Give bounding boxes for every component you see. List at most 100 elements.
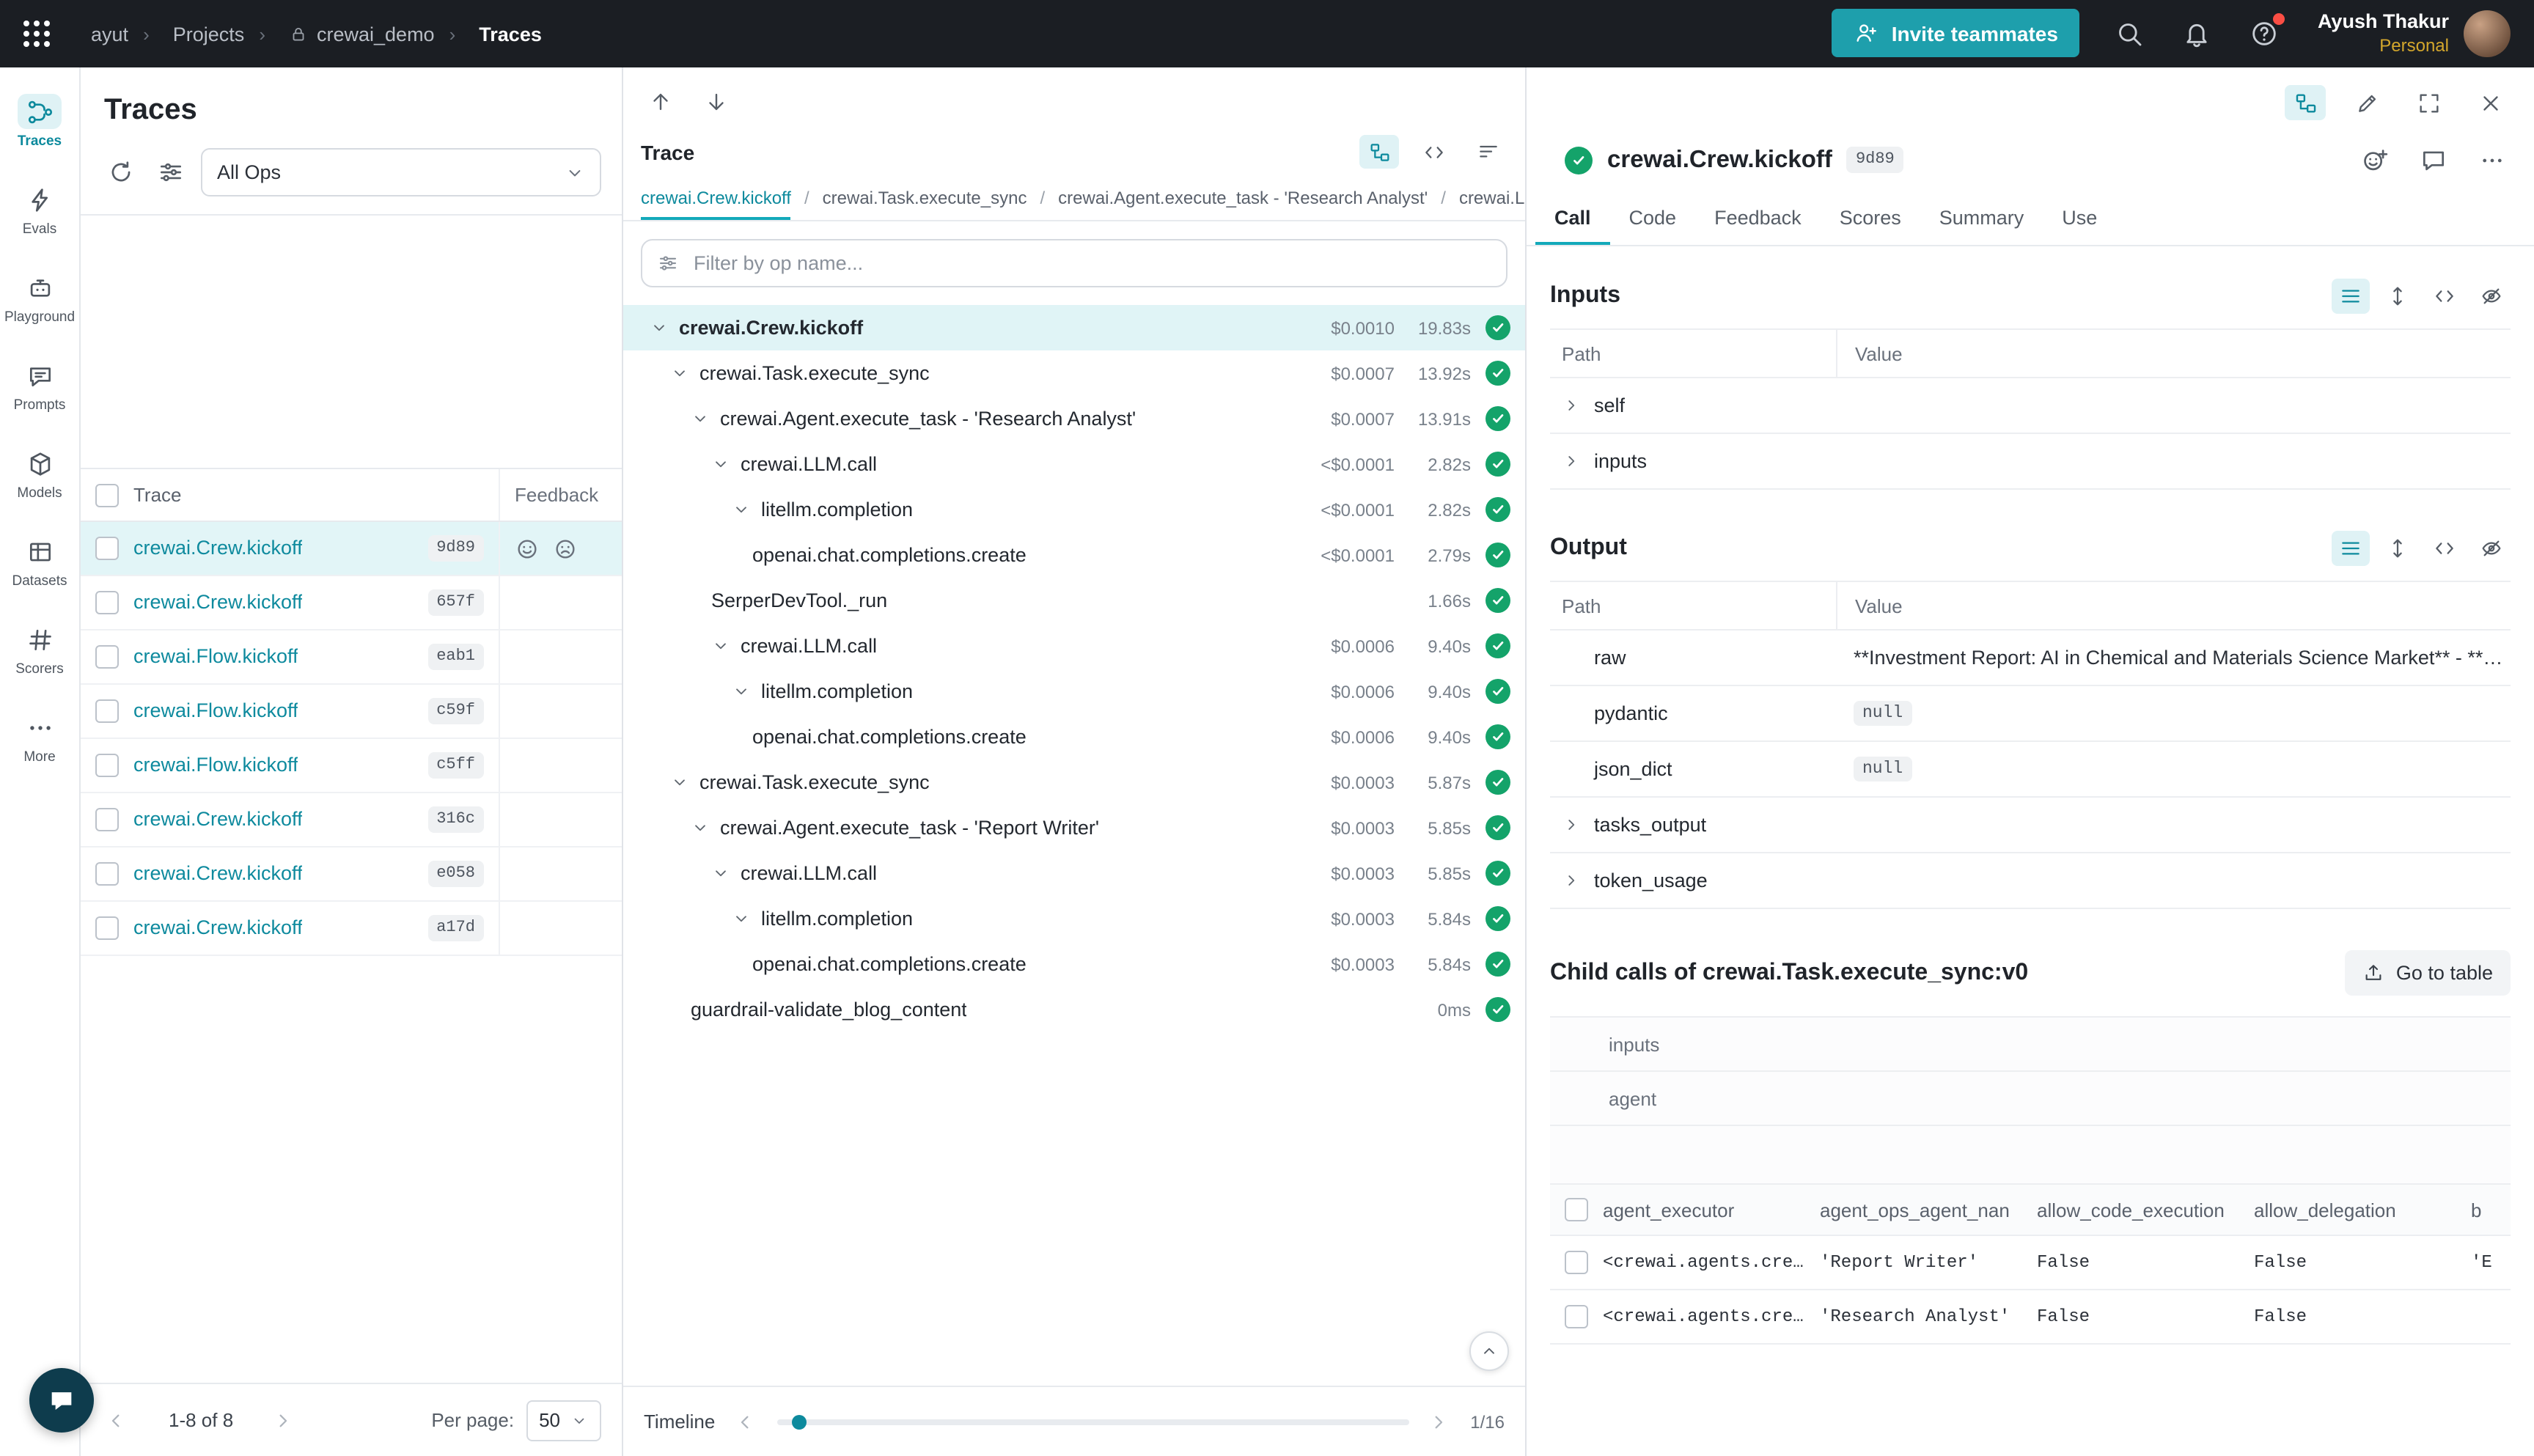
flame-view-button[interactable] bbox=[1468, 135, 1507, 169]
trace-link[interactable]: crewai.Flow.kickoff bbox=[133, 754, 298, 776]
per-page-select[interactable]: 50 bbox=[526, 1400, 601, 1441]
breadcrumb-item[interactable]: crewai_demo bbox=[244, 23, 434, 45]
detail-tab[interactable]: Code bbox=[1610, 191, 1696, 245]
column-header[interactable]: allow_code_execution bbox=[2037, 1199, 2254, 1221]
user-menu[interactable]: Ayush Thakur Personal bbox=[2318, 10, 2511, 58]
next-call-button[interactable] bbox=[697, 82, 735, 120]
column-header[interactable]: b bbox=[2471, 1199, 2511, 1221]
chevron-down-icon[interactable] bbox=[691, 409, 710, 428]
close-panel-button[interactable] bbox=[2469, 85, 2511, 120]
timeline-next-button[interactable] bbox=[1423, 1405, 1455, 1438]
chevron-down-icon[interactable] bbox=[711, 864, 730, 883]
trace-path-tab[interactable]: crewai.Agent.execute_task - 'Research An… bbox=[1027, 188, 1428, 220]
call-tree-row[interactable]: openai.chat.completions.create <$0.0001 … bbox=[623, 532, 1525, 578]
sidebar-item[interactable]: More bbox=[0, 695, 79, 783]
pretty-view-button[interactable] bbox=[2332, 531, 2370, 566]
code-view-button[interactable] bbox=[2425, 279, 2464, 314]
breadcrumb-item[interactable]: Traces bbox=[435, 23, 542, 45]
timeline-slider[interactable] bbox=[776, 1419, 1409, 1424]
trace-link[interactable]: crewai.Crew.kickoff bbox=[133, 863, 303, 885]
trace-link[interactable]: crewai.Crew.kickoff bbox=[133, 592, 303, 614]
previous-call-button[interactable] bbox=[641, 82, 679, 120]
row-checkbox[interactable] bbox=[95, 754, 119, 777]
trace-link[interactable]: crewai.Flow.kickoff bbox=[133, 646, 298, 668]
expand-rows-button[interactable] bbox=[2379, 279, 2417, 314]
frown-feedback-icon[interactable] bbox=[553, 536, 578, 561]
call-tree-row[interactable]: openai.chat.completions.create $0.0006 9… bbox=[623, 714, 1525, 760]
trace-row[interactable]: crewai.Flow.kickoff c5ff bbox=[81, 739, 622, 793]
trace-row[interactable]: crewai.Flow.kickoff eab1 bbox=[81, 630, 622, 685]
add-reaction-button[interactable] bbox=[2355, 141, 2393, 179]
trace-path-tab[interactable]: crewai.LLM.cal bbox=[1428, 188, 1525, 220]
row-checkbox[interactable] bbox=[95, 699, 119, 723]
add-comment-button[interactable] bbox=[2414, 141, 2452, 179]
chevron-down-icon[interactable] bbox=[732, 682, 751, 701]
chevron-right-icon[interactable] bbox=[1562, 452, 1581, 471]
column-header[interactable]: agent_executor bbox=[1603, 1199, 1820, 1221]
call-tree-row[interactable]: crewai.Crew.kickoff $0.0010 19.83s bbox=[623, 305, 1525, 350]
row-checkbox[interactable] bbox=[95, 645, 119, 669]
wandb-logo-icon[interactable] bbox=[23, 21, 50, 47]
detail-tab[interactable]: Use bbox=[2043, 191, 2116, 245]
detail-tab[interactable]: Summary bbox=[1920, 191, 2043, 245]
sidebar-item[interactable]: Scorers bbox=[0, 607, 79, 695]
sidebar-item[interactable]: Datasets bbox=[0, 519, 79, 607]
chevron-down-icon[interactable] bbox=[732, 500, 751, 519]
timeline-slider-handle[interactable] bbox=[791, 1414, 806, 1429]
more-actions-button[interactable] bbox=[2472, 141, 2511, 179]
chevron-down-icon[interactable] bbox=[670, 773, 689, 792]
sidebar-item[interactable]: Traces bbox=[0, 79, 79, 167]
chevron-right-icon[interactable] bbox=[1562, 871, 1581, 890]
call-tree-row[interactable]: crewai.Agent.execute_task - 'Report Writ… bbox=[623, 805, 1525, 850]
call-tree-row[interactable]: crewai.LLM.call $0.0006 9.40s bbox=[623, 623, 1525, 669]
call-tree-row[interactable]: SerperDevTool._run 1.66s bbox=[623, 578, 1525, 623]
trace-link[interactable]: crewai.Flow.kickoff bbox=[133, 700, 298, 722]
sidebar-item[interactable]: Playground bbox=[0, 255, 79, 343]
avatar[interactable] bbox=[2464, 10, 2511, 57]
sidebar-item[interactable]: Models bbox=[0, 431, 79, 519]
call-tree-row[interactable]: litellm.completion $0.0006 9.40s bbox=[623, 669, 1525, 714]
chevron-down-icon[interactable] bbox=[691, 818, 710, 837]
scroll-to-top-button[interactable] bbox=[1469, 1331, 1509, 1371]
tree-view-button[interactable] bbox=[1359, 135, 1399, 169]
call-tree-row[interactable]: crewai.Task.execute_sync $0.0007 13.92s bbox=[623, 350, 1525, 396]
prev-page-button[interactable] bbox=[101, 1404, 133, 1436]
invite-teammates-button[interactable]: Invite teammates bbox=[1832, 10, 2080, 58]
row-checkbox[interactable] bbox=[95, 537, 119, 560]
next-page-button[interactable] bbox=[268, 1404, 301, 1436]
call-tree-row[interactable]: crewai.Task.execute_sync $0.0003 5.87s bbox=[623, 760, 1525, 805]
tree-view-button[interactable] bbox=[2285, 85, 2326, 120]
child-call-row[interactable]: <crewai.agents.cre... 'Report Writer' Fa… bbox=[1550, 1236, 2511, 1290]
edit-call-button[interactable] bbox=[2346, 85, 2387, 120]
output-row[interactable]: tasks_output bbox=[1550, 798, 2511, 853]
pretty-view-button[interactable] bbox=[2332, 279, 2370, 314]
code-view-button[interactable] bbox=[1414, 135, 1453, 169]
row-checkbox[interactable] bbox=[95, 916, 119, 940]
code-view-button[interactable] bbox=[2425, 531, 2464, 566]
go-to-table-button[interactable]: Go to table bbox=[2345, 950, 2511, 996]
detail-tab[interactable]: Feedback bbox=[1695, 191, 1821, 245]
select-all-checkbox[interactable] bbox=[1565, 1198, 1588, 1221]
refresh-button[interactable] bbox=[101, 153, 139, 191]
feedback-column-header[interactable]: Feedback bbox=[499, 469, 622, 521]
input-row[interactable]: self bbox=[1550, 378, 2511, 434]
child-call-row[interactable]: <crewai.agents.cre... 'Research Analyst'… bbox=[1550, 1290, 2511, 1345]
call-tree-row[interactable]: crewai.LLM.call <$0.0001 2.82s bbox=[623, 441, 1525, 487]
ops-filter-select[interactable]: All Ops bbox=[201, 148, 601, 196]
fullscreen-button[interactable] bbox=[2408, 85, 2449, 120]
chevron-right-icon[interactable] bbox=[1562, 815, 1581, 834]
notifications-button[interactable] bbox=[2180, 16, 2215, 51]
trace-row[interactable]: crewai.Flow.kickoff c59f bbox=[81, 685, 622, 739]
trace-path-tab[interactable]: crewai.Crew.kickoff bbox=[641, 188, 791, 220]
trace-column-header[interactable]: Trace bbox=[133, 484, 499, 506]
op-name-filter-input[interactable] bbox=[691, 251, 1491, 276]
call-tree-row[interactable]: crewai.LLM.call $0.0003 5.85s bbox=[623, 850, 1525, 896]
call-tree-row[interactable]: crewai.Agent.execute_task - 'Research An… bbox=[623, 396, 1525, 441]
hide-values-button[interactable] bbox=[2472, 531, 2511, 566]
search-button[interactable] bbox=[2112, 16, 2148, 51]
row-checkbox[interactable] bbox=[95, 808, 119, 831]
column-settings-button[interactable] bbox=[151, 153, 189, 191]
column-header[interactable]: allow_delegation bbox=[2254, 1199, 2471, 1221]
detail-tab[interactable]: Scores bbox=[1821, 191, 1920, 245]
output-row[interactable]: json_dict null bbox=[1550, 742, 2511, 798]
